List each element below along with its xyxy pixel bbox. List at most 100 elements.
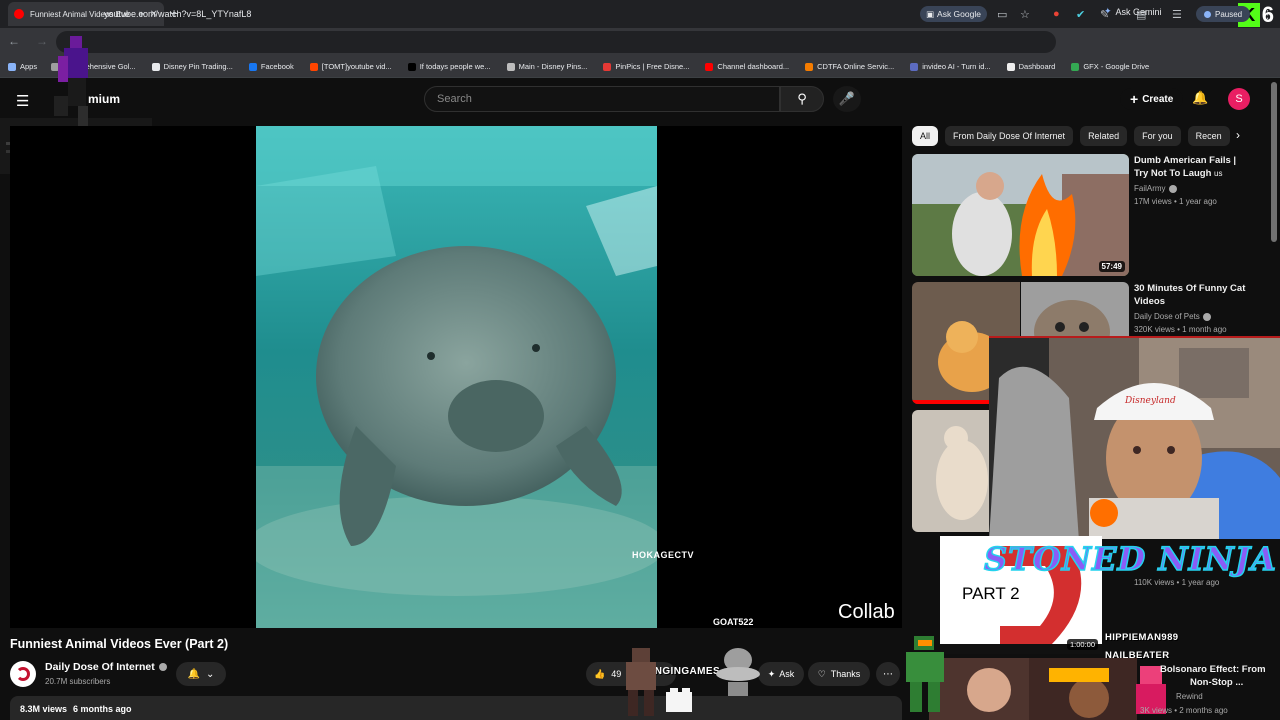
address-bar-row: ← →	[0, 28, 1280, 56]
bookmark-label: GFX - Google Drive	[1083, 62, 1150, 71]
bookmark-favicon-icon	[805, 62, 814, 71]
disneyland-cap-text: Disneyland	[1125, 396, 1176, 406]
screen-cast-icon[interactable]: ▭	[997, 8, 1007, 21]
chevron-down-icon: ⌄	[206, 668, 215, 680]
bookmark-item[interactable]: GFX - Google Drive	[1071, 62, 1149, 71]
bookmark-item[interactable]: Apps	[8, 62, 37, 71]
bookmark-label: Dashboard	[1018, 62, 1056, 71]
filter-chip[interactable]: Recen	[1187, 126, 1230, 146]
overlay-username-goat: GOAT522	[713, 617, 754, 627]
streamer-webcam-overlay: Disneyland	[989, 336, 1280, 539]
nav-buttons: ← →	[8, 34, 48, 48]
rec-title[interactable]: Dumb American Fails | Try Not To Laugh u…	[1134, 154, 1252, 180]
back-icon[interactable]: ←	[8, 34, 20, 48]
bookmark-item[interactable]: invideo AI - Turn id...	[910, 62, 991, 71]
rec-title-line1[interactable]: Bolsonaro Effect: From	[1160, 664, 1266, 675]
omnibox[interactable]	[56, 31, 1056, 53]
bookmark-item[interactable]: Main - Disney Pins...	[506, 62, 587, 71]
bookmark-star-icon[interactable]: ☆	[1020, 8, 1030, 21]
channel-avatar[interactable]	[10, 661, 36, 687]
media-controls-icon[interactable]: ☰	[1172, 8, 1182, 21]
filter-chip[interactable]: From Daily Dose Of Internet	[945, 126, 1074, 146]
channel-name[interactable]: Daily Dose Of Internet	[45, 661, 167, 673]
rec-rewind-label: Rewind	[1176, 692, 1203, 701]
create-button[interactable]: + Create	[1120, 88, 1184, 110]
rec-meta: 110K views • 1 year ago	[1134, 578, 1220, 587]
ask-google-button[interactable]: ▣ Ask Google	[920, 6, 987, 22]
search-button[interactable]: ⚲	[780, 86, 824, 112]
bookmark-favicon-icon	[705, 62, 714, 71]
rec-thumbnail-bottom[interactable]	[929, 658, 1137, 720]
subscriber-count: 20.7M subscribers	[45, 677, 111, 686]
bookmark-favicon-icon	[407, 62, 416, 71]
url-text[interactable]: youtube.com/watch?v=8L_YTYnafL8	[104, 9, 251, 19]
bookmark-favicon-icon	[1071, 62, 1080, 71]
bookmark-favicon-icon	[603, 62, 612, 71]
view-count: 8.3M views	[20, 704, 68, 714]
rec-channel-text: FailArmy	[1134, 184, 1166, 193]
profile-paused-button[interactable]: Paused	[1196, 6, 1251, 22]
rec-meta: 3K views • 2 months ago	[1140, 706, 1228, 715]
upload-age: 6 months ago	[73, 704, 132, 714]
notification-subscribe-button[interactable]: 🔔 ⌄	[176, 662, 226, 686]
bookmarks-bar: Apps Comprehensive Gol... Disney Pin Tradi…	[0, 56, 1280, 78]
thumbs-up-icon: 👍	[594, 668, 606, 679]
bookmark-item[interactable]: CDTFA Online Servic...	[805, 62, 894, 71]
plus-icon: +	[1130, 91, 1139, 107]
bookmark-label: If todays people we...	[419, 62, 491, 71]
more-icon: ⋯	[883, 668, 893, 680]
rec-title[interactable]: 30 Minutes Of Funny Cat Videos	[1134, 282, 1252, 308]
bookmark-item[interactable]: [TOMT]youtube vid...	[309, 62, 392, 71]
sparkle-icon: ✦	[767, 668, 776, 679]
bookmark-label: PinPics | Free Disne...	[615, 62, 690, 71]
search-input[interactable]: Search	[424, 86, 780, 112]
bookmark-label: Facebook	[260, 62, 294, 71]
bookmark-item[interactable]: If todays people we...	[407, 62, 491, 71]
voice-search-button[interactable]: 🎤	[833, 86, 861, 112]
bookmark-item[interactable]: PinPics | Free Disne...	[603, 62, 689, 71]
bell-icon: 🔔	[187, 668, 201, 680]
rec-meta: 320K views • 1 month ago	[1134, 325, 1227, 334]
rec-duration: 57:49	[1098, 261, 1125, 272]
filter-chip[interactable]: All	[912, 126, 939, 146]
bookmark-item[interactable]: Facebook	[248, 62, 294, 71]
extension-icon[interactable]: ✔	[1076, 8, 1085, 21]
bookmark-favicon-icon	[910, 62, 919, 71]
description-box[interactable]: 8.3M views 6 months ago	[10, 696, 902, 720]
pinterest-extension-icon[interactable]: ●	[1053, 8, 1060, 20]
bookmark-item[interactable]: Disney Pin Trading...	[151, 62, 233, 71]
forward-icon[interactable]: →	[36, 34, 48, 48]
verified-check-icon	[158, 663, 167, 671]
webcam-scene	[989, 338, 1280, 539]
bookmark-item[interactable]: Dashboard	[1006, 62, 1056, 71]
rec-title-line2[interactable]: Non-Stop ...	[1190, 677, 1243, 688]
rec-channel[interactable]: FailArmy	[1134, 184, 1177, 193]
thanks-button[interactable]: ♡ Thanks	[808, 662, 870, 686]
search-icon: ⚲	[797, 91, 807, 106]
ask-gemini-button[interactable]: ✦ Ask Gemini	[1104, 6, 1162, 17]
menu-icon[interactable]: ☰	[16, 92, 29, 110]
chevron-right-icon[interactable]: ›	[1236, 128, 1240, 142]
bookmark-favicon-icon	[248, 62, 257, 71]
video-frame-manatee[interactable]	[256, 126, 657, 628]
notifications-bell-icon[interactable]: 🔔	[1192, 90, 1208, 106]
verified-check-icon	[1202, 312, 1211, 321]
bottom-thumbnail-graphic	[929, 658, 1137, 720]
ask-button[interactable]: ✦ Ask	[758, 662, 804, 686]
verified-check-icon	[1168, 184, 1177, 193]
pixel-character-sprite	[54, 36, 88, 128]
bookmark-label: [TOMT]youtube vid...	[321, 62, 392, 71]
rec-thumbnail[interactable]: 57:49	[912, 154, 1129, 276]
puzzle-extensions-icon[interactable]: ✎	[1100, 8, 1109, 21]
filter-chip[interactable]: Related	[1080, 126, 1128, 146]
page-scrollbar[interactable]	[1271, 82, 1277, 242]
recommendation-item[interactable]: 57:49 Dumb American Fails | Try Not To L…	[912, 154, 1272, 278]
bookmark-item[interactable]: Channel dashboard...	[705, 62, 789, 71]
account-avatar[interactable]: S	[1228, 88, 1250, 110]
filter-chip[interactable]: For you	[1134, 126, 1181, 146]
sidepanel-icon[interactable]: ▤	[1136, 8, 1146, 21]
browser-menu-icon[interactable]: ⋮	[1262, 8, 1273, 21]
rec-channel[interactable]: Daily Dose of Pets	[1134, 312, 1211, 321]
pixel-animal-sprite	[666, 688, 692, 712]
fire-thumbnail-graphic	[912, 154, 1129, 276]
